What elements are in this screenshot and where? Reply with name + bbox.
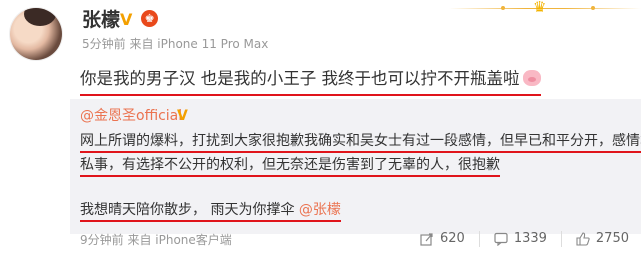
username[interactable]: 张檬 (82, 8, 120, 32)
avatar[interactable] (10, 8, 62, 60)
quoted-meta: 9分钟前 来自 iPhone客户端 (80, 233, 232, 247)
divider (478, 231, 480, 247)
post-meta: 5分钟前 来自 iPhone 11 Pro Max (82, 37, 269, 51)
repost-icon (420, 233, 433, 246)
like-button[interactable]: 2750 (576, 230, 629, 248)
vip-crown-icon: ♚ (141, 10, 158, 27)
verified-icon: V (177, 108, 188, 124)
comment-count: 1339 (513, 231, 547, 246)
verified-icon: V (120, 10, 133, 29)
quoted-text-line: 我想晴天陪你散步， 雨天为你撑伞 @张檬 (80, 200, 341, 222)
decoration-dot (501, 6, 505, 10)
crown-icon: ♛ (533, 0, 547, 16)
mention-link[interactable]: @张檬 (299, 202, 341, 218)
weibo-post: ♛ 张檬 V ♚ 5分钟前 来自 iPhone 11 Pro Max 你是我的男… (0, 0, 641, 265)
comment-icon (494, 232, 508, 246)
thumbs-up-icon (576, 232, 590, 246)
like-count: 2750 (595, 231, 629, 246)
quoted-text-line: 网上所谓的爆料，打扰到大家很抱歉我确实和吴女士有过一段感情，但早已和平分开，感情… (80, 131, 641, 153)
quoted-author[interactable]: @金恩圣official (80, 107, 182, 125)
quoted-text-line: 私事，有选择不公开的权利，但无奈还是伤害到了无辜的人，很抱歉 (80, 155, 500, 177)
post-text-content: 你是我的男子汉 也是我的小王子 我终于也可以拧不开瓶盖啦 (80, 69, 520, 88)
quoted-text-content: 我想晴天陪你散步， 雨天为你撑伞 (80, 202, 299, 218)
pig-face-icon (522, 70, 541, 86)
repost-button[interactable]: 620 (420, 230, 465, 248)
decoration-dot (591, 6, 595, 10)
divider (560, 231, 562, 247)
post-text: 你是我的男子汉 也是我的小王子 我终于也可以拧不开瓶盖啦 (80, 66, 541, 96)
repost-count: 620 (439, 231, 465, 246)
quoted-stats: 620 1339 2750 (420, 230, 629, 248)
comment-button[interactable]: 1339 (494, 230, 547, 248)
quoted-post[interactable]: @金恩圣official V 网上所谓的爆料，打扰到大家很抱歉我确实和吴女士有过… (70, 99, 641, 234)
header-decoration: ♛ (441, 0, 641, 16)
